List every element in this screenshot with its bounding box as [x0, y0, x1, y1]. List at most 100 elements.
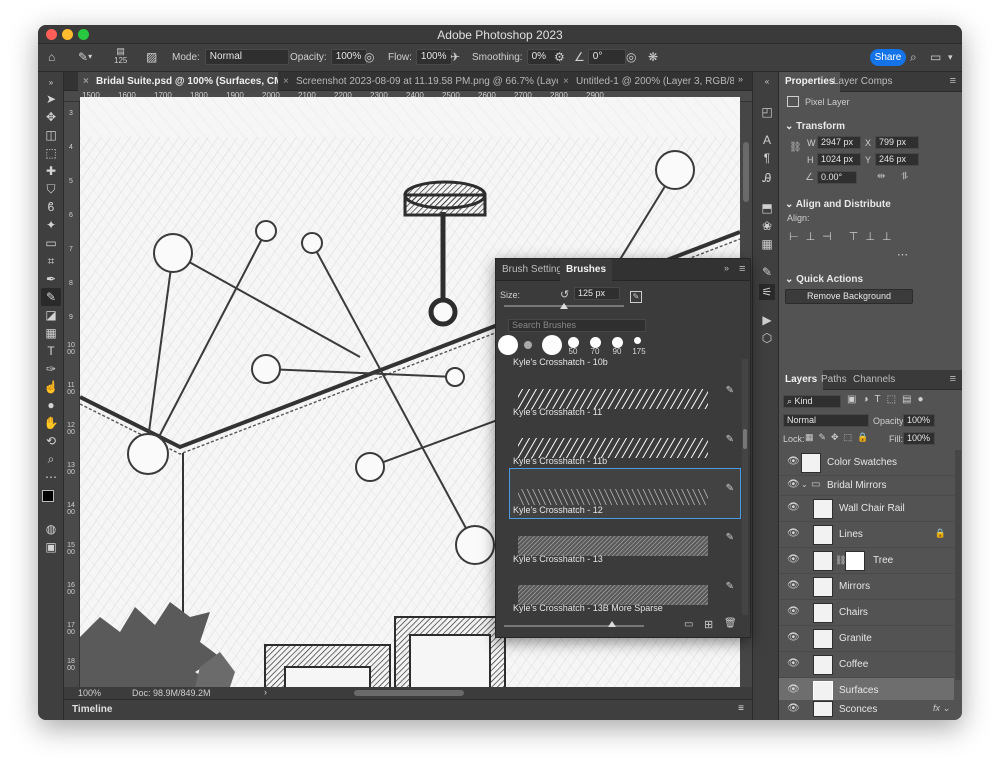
brush-tip-preset[interactable] [634, 337, 641, 344]
search-icon[interactable]: ⌕ [910, 50, 917, 64]
lock-icons[interactable]: ▦✎✥⬚🔒 [805, 432, 873, 443]
preview-size-handle[interactable] [608, 621, 616, 627]
lasso-tool-icon[interactable]: ϐ [41, 198, 61, 216]
screen-mode-icon[interactable]: ▣ [41, 538, 61, 556]
layer-opacity-field[interactable]: 100% [903, 414, 935, 427]
layer-row[interactable]: 👁 Lines 🔒 [779, 522, 954, 548]
workspace-chevron-icon[interactable]: ▾ [948, 50, 953, 64]
visibility-eye-icon[interactable]: 👁 [787, 606, 800, 617]
smudge-tool-icon[interactable]: ☝ [41, 378, 61, 396]
link-icon[interactable]: ⛓ [789, 142, 802, 153]
visibility-eye-icon[interactable]: 👁 [787, 580, 800, 591]
layer-fill-field[interactable]: 100% [903, 432, 935, 445]
zoom-tool-icon[interactable]: ⌕ [41, 450, 61, 468]
preview-size-slider[interactable] [504, 625, 644, 627]
brush-edit-icon[interactable]: ✎ [726, 434, 734, 445]
more-tools-icon[interactable]: ⋯ [41, 468, 61, 486]
panel-menu-icon[interactable]: ≡ [739, 263, 745, 275]
tab-channels[interactable]: Channels [847, 370, 901, 390]
layer-row[interactable]: 👁 Sconces fx ⌄ [779, 700, 954, 720]
flip-horizontal-icon[interactable]: ⇹ [877, 171, 885, 182]
magic-wand-icon[interactable]: ✦ [41, 216, 61, 234]
layer-row[interactable]: 👁 Chairs [779, 600, 954, 626]
search-brushes-input[interactable]: Search Brushes [508, 319, 646, 332]
close-tab-icon[interactable]: × [563, 72, 569, 91]
brush-item[interactable]: Kyle's Crosshatch - 10b [510, 357, 740, 371]
visibility-eye-icon[interactable]: 👁 [787, 554, 800, 565]
layer-group-row[interactable]: 👁 ⌄ ▭ Bridal Mirrors [779, 476, 954, 496]
brush-list-scroll-thumb[interactable] [743, 429, 747, 449]
marquee-tool-icon[interactable]: ⬚ [41, 144, 61, 162]
brush-item[interactable]: ✎ Kyle's Crosshatch - 13B More Sparse [510, 567, 740, 616]
layer-row[interactable]: 👁 Wall Chair Rail [779, 496, 954, 522]
mode-select[interactable]: Normal [204, 49, 289, 65]
swatches-grid-icon[interactable]: ▦ [759, 236, 775, 252]
brush-item[interactable]: ✎ Kyle's Crosshatch - 13 [510, 518, 740, 567]
layer-mask-thumbnail[interactable] [845, 551, 865, 571]
opacity-field[interactable]: 100% [330, 49, 367, 65]
visibility-eye-icon[interactable]: 👁 [787, 456, 800, 467]
frame-tool-icon[interactable]: ◫ [41, 126, 61, 144]
airbrush-icon[interactable]: ✈ [450, 50, 460, 64]
brush-angle-field[interactable]: 0° [587, 49, 626, 65]
layer-row[interactable]: 👁 Granite [779, 626, 954, 652]
flow-field[interactable]: 100% [415, 49, 452, 65]
brush-size-picker[interactable]: ▤ 125 [114, 46, 127, 65]
align-buttons-icon[interactable]: ⊢⊥⊣ ⊤⊥⊥ [789, 230, 899, 243]
type-tool-icon[interactable]: T [41, 342, 61, 360]
zoom-level[interactable]: 100% [78, 688, 101, 698]
more-align-icon[interactable]: ⋯ [897, 248, 908, 261]
healing-brush-icon[interactable]: ✚ [41, 162, 61, 180]
panel-menu-icon[interactable]: ≡ [950, 75, 956, 87]
share-button[interactable]: Share [870, 49, 906, 66]
new-group-folder-icon[interactable]: ▭ [684, 619, 693, 630]
visibility-eye-icon[interactable]: 👁 [787, 703, 800, 714]
chevron-down-icon[interactable]: ⌄ [801, 480, 808, 489]
horizontal-scroll-thumb[interactable] [354, 690, 464, 696]
workspace-icon[interactable]: ▭ [930, 50, 941, 64]
brush-tip-preset[interactable] [524, 341, 532, 349]
layer-row-selected[interactable]: 👁 Surfaces [779, 678, 954, 700]
quick-actions-section-header[interactable]: ⌄ Quick Actions [785, 274, 863, 285]
rotation-field[interactable]: 0.00° [817, 171, 857, 184]
foreground-color-swatch[interactable] [42, 490, 54, 502]
actions-play-icon[interactable]: ▶ [759, 312, 775, 328]
y-field[interactable]: 246 px [875, 153, 919, 166]
x-field[interactable]: 799 px [875, 136, 919, 149]
panel-menu-icon[interactable]: ≡ [950, 373, 956, 385]
remove-background-button[interactable]: Remove Background [785, 289, 913, 304]
brush-item-selected[interactable]: ✎ Kyle's Crosshatch - 12 [509, 468, 741, 519]
close-tab-icon[interactable]: × [83, 72, 89, 91]
vertical-scroll-thumb[interactable] [743, 142, 749, 202]
new-brush-plus-icon[interactable]: ⊞ [704, 618, 713, 631]
rotate-view-icon[interactable]: ⟲ [41, 432, 61, 450]
eyedropper-icon[interactable]: ✒ [41, 270, 61, 288]
brush-edit-icon[interactable]: ✎ [726, 385, 734, 396]
reset-size-icon[interactable]: ↺ [560, 288, 569, 301]
visibility-eye-icon[interactable]: 👁 [787, 684, 800, 695]
crop-tool-icon[interactable]: ⌗ [41, 252, 61, 270]
pressure-opacity-icon[interactable]: ◎ [364, 50, 374, 64]
layer-filter-select[interactable]: ⌕ Kind [783, 395, 841, 408]
brush-list-scrollbar[interactable] [742, 359, 748, 615]
more-tabs-icon[interactable]: » [738, 74, 743, 84]
height-field[interactable]: 1024 px [817, 153, 861, 166]
tab-untitled[interactable]: × Untitled-1 @ 200% (Layer 3, RGB/8*... [558, 72, 734, 91]
brush-settings-icon[interactable]: ⚟ [759, 284, 775, 300]
3d-cube-icon[interactable]: ⬡ [759, 330, 775, 346]
trash-icon[interactable]: 🗑 [724, 618, 737, 629]
brush-tip-preset[interactable] [542, 335, 562, 355]
layer-filter-icons[interactable]: ▣◑T⬚▤● [847, 394, 930, 405]
layer-effects-icon[interactable]: fx ⌄ [933, 703, 950, 714]
collapse-panels-icon[interactable]: « [759, 74, 775, 90]
panel-menu-icon[interactable]: ≡ [738, 703, 744, 714]
layer-row[interactable]: 👁 Mirrors [779, 574, 954, 600]
blend-mode-select[interactable]: Normal [783, 414, 869, 427]
visibility-eye-icon[interactable]: 👁 [787, 528, 800, 539]
paragraph-icon[interactable]: ¶ [759, 150, 775, 166]
brush-item[interactable]: ✎ Kyle's Crosshatch - 11b [510, 420, 740, 469]
visibility-eye-icon[interactable]: 👁 [787, 479, 800, 490]
layer-row[interactable]: 👁 ⛓ Tree [779, 548, 954, 574]
stamp-tool-icon[interactable]: ⛉ [41, 180, 61, 198]
layer-row[interactable]: 👁 Color Swatches [779, 450, 954, 476]
